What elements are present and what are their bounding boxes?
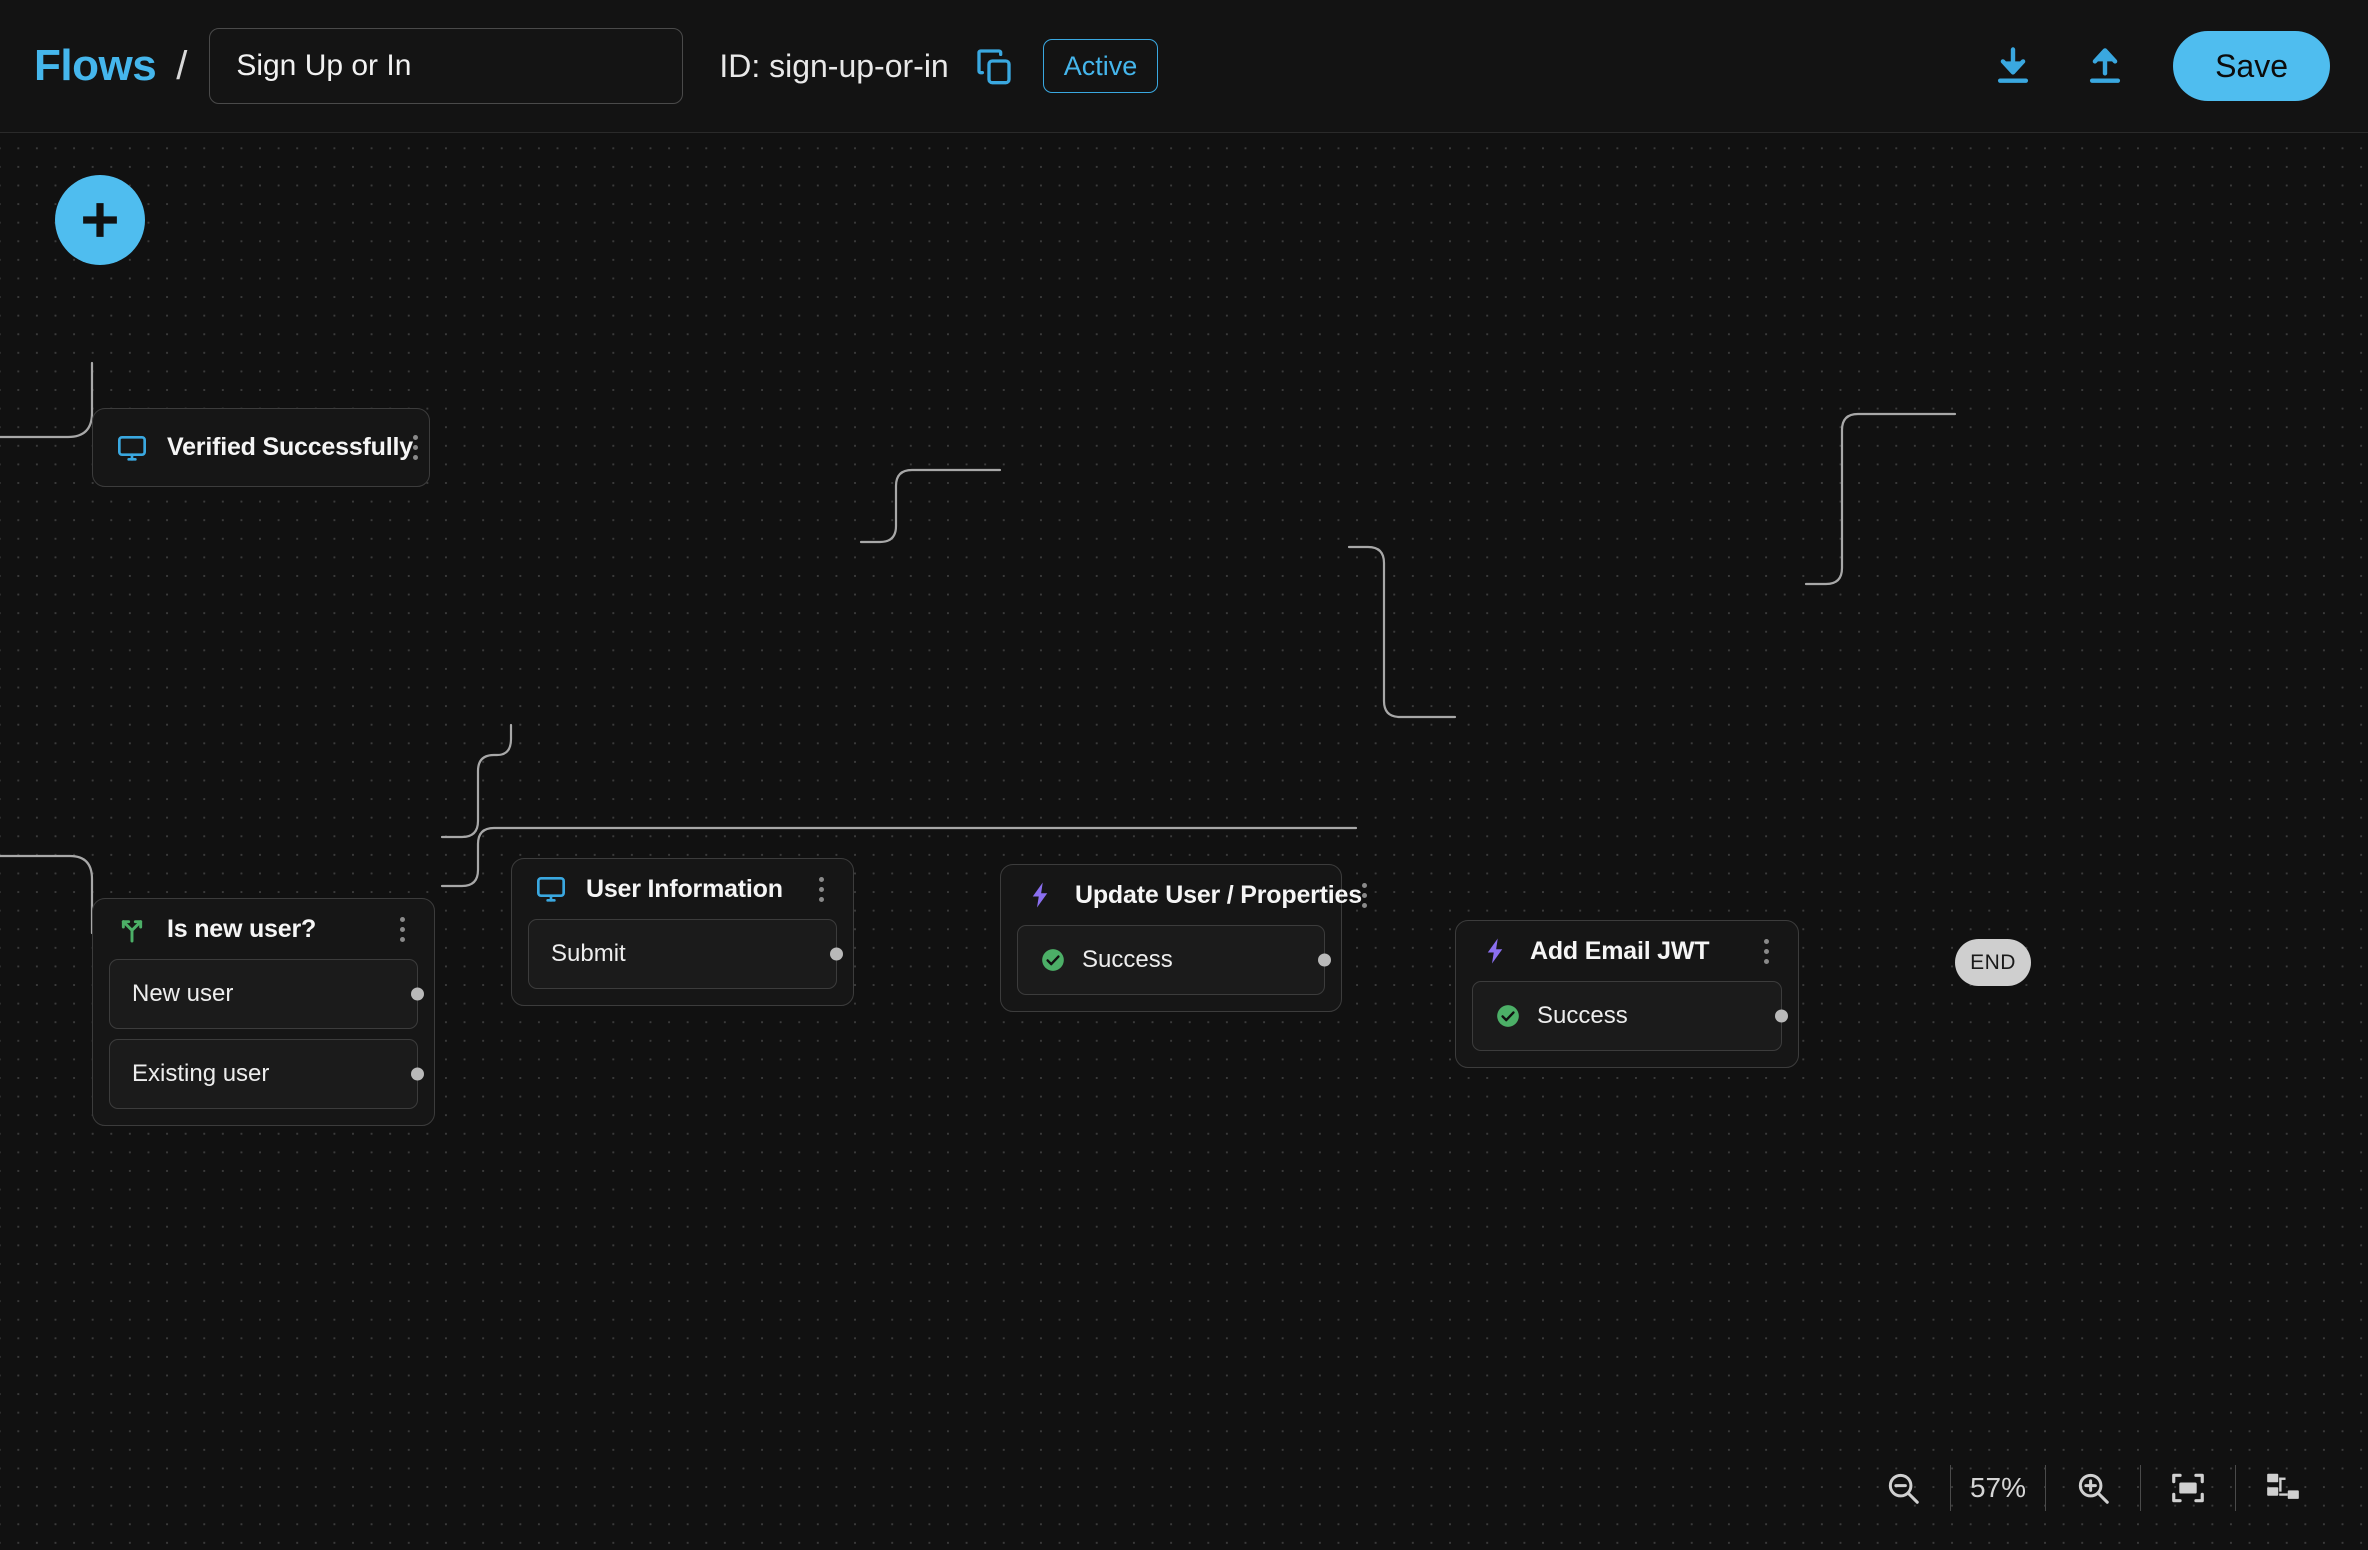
bolt-icon [1023,878,1057,912]
breadcrumb-separator: / [176,44,187,89]
toolbar-divider [2140,1465,2141,1511]
port-new-user[interactable]: New user [109,959,418,1029]
download-flow-button[interactable] [1989,42,2037,90]
port-label: Submit [551,940,626,968]
fit-view-button[interactable] [2149,1454,2227,1522]
toolbar-divider [1950,1465,1951,1511]
screen-icon [534,872,568,906]
kebab-menu-icon[interactable] [805,869,837,909]
node-header: User Information [512,859,853,919]
node-header: Is new user? [93,899,434,959]
header-left-group: Flows / ID: sign-up-or-in Active [0,28,1158,104]
zoom-out-button[interactable] [1864,1454,1942,1522]
app-header: Flows / ID: sign-up-or-in Active [0,0,2368,133]
status-badge[interactable]: Active [1043,39,1159,93]
port-connector-dot[interactable] [1775,1010,1788,1023]
node-ports: Submit [512,919,853,1005]
success-check-icon [1495,1003,1521,1029]
edge-incoming-is-new-user [0,856,92,933]
auto-layout-icon [2264,1469,2302,1507]
flow-canvas[interactable]: Verified Successfully Is new user? [0,133,2368,1550]
success-check-icon [1040,947,1066,973]
canvas-zoom-toolbar: 57% [1864,1454,2322,1522]
upload-icon [2083,44,2127,88]
auto-layout-button[interactable] [2244,1454,2322,1522]
edge-incoming-verified [0,363,92,437]
download-icon [1991,44,2035,88]
kebab-menu-icon[interactable] [1750,931,1782,971]
flow-edges-layer [0,133,2368,1550]
port-connector-dot[interactable] [411,1068,424,1081]
node-title: Add Email JWT [1530,937,1709,966]
screen-icon [115,431,149,465]
zoom-out-icon [1884,1469,1922,1507]
port-connector-dot[interactable] [411,988,424,1001]
copy-id-button[interactable] [971,43,1017,89]
port-connector-dot[interactable] [830,948,843,961]
flow-name-input[interactable] [209,28,683,104]
kebab-menu-icon[interactable] [413,428,418,468]
zoom-in-icon [2074,1469,2112,1507]
node-title: Is new user? [167,915,316,944]
toolbar-divider [2235,1465,2236,1511]
port-submit[interactable]: Submit [528,919,837,989]
port-label: Success [1537,1002,1628,1030]
node-title: Verified Successfully [167,433,413,462]
kebab-menu-icon[interactable] [386,909,418,949]
port-existing-user[interactable]: Existing user [109,1039,418,1109]
port-success[interactable]: Success [1472,981,1782,1051]
flow-id-label: ID: sign-up-or-in [719,48,948,85]
edge-update-user-to-add-email-jwt [1349,547,1455,717]
node-title: Update User / Properties [1075,881,1362,910]
toolbar-divider [2045,1465,2046,1511]
save-button[interactable]: Save [2173,31,2330,101]
node-add-email-jwt[interactable]: Add Email JWT Success [1455,920,1799,1068]
flow-editor-app: Flows / ID: sign-up-or-in Active [0,0,2368,1550]
zoom-level-label[interactable]: 57% [1959,1454,2037,1522]
add-node-button[interactable] [55,175,145,265]
port-label: Success [1082,946,1173,974]
plus-icon [73,193,127,247]
node-user-information[interactable]: User Information Submit [511,858,854,1006]
edge-add-email-jwt-to-end [1806,414,1955,584]
breadcrumb-flows-link[interactable]: Flows [34,41,156,91]
node-ports: Success [1001,925,1341,1011]
header-right-group: Save [1989,31,2368,101]
end-badge: END [1955,939,2031,986]
node-header: Update User / Properties [1001,865,1341,925]
node-title: User Information [586,875,783,904]
port-label: Existing user [132,1060,269,1088]
node-ports: Success [1456,981,1798,1067]
kebab-menu-icon[interactable] [1362,875,1367,915]
node-header: Verified Successfully [93,409,429,486]
fit-screen-icon [2169,1469,2207,1507]
edge-new-user-to-user-information [442,725,511,837]
node-header: Add Email JWT [1456,921,1798,981]
node-is-new-user[interactable]: Is new user? New user Existing user [92,898,435,1126]
node-ports: New user Existing user [93,959,434,1125]
port-connector-dot[interactable] [1318,954,1331,967]
bolt-icon [1478,934,1512,968]
port-success[interactable]: Success [1017,925,1325,995]
node-verified-successfully[interactable]: Verified Successfully [92,408,430,487]
zoom-in-button[interactable] [2054,1454,2132,1522]
copy-icon [974,46,1014,86]
branch-icon [115,912,149,946]
node-update-user-properties[interactable]: Update User / Properties Success [1000,864,1342,1012]
port-label: New user [132,980,233,1008]
upload-flow-button[interactable] [2081,42,2129,90]
edge-submit-to-update-user [861,470,1000,542]
